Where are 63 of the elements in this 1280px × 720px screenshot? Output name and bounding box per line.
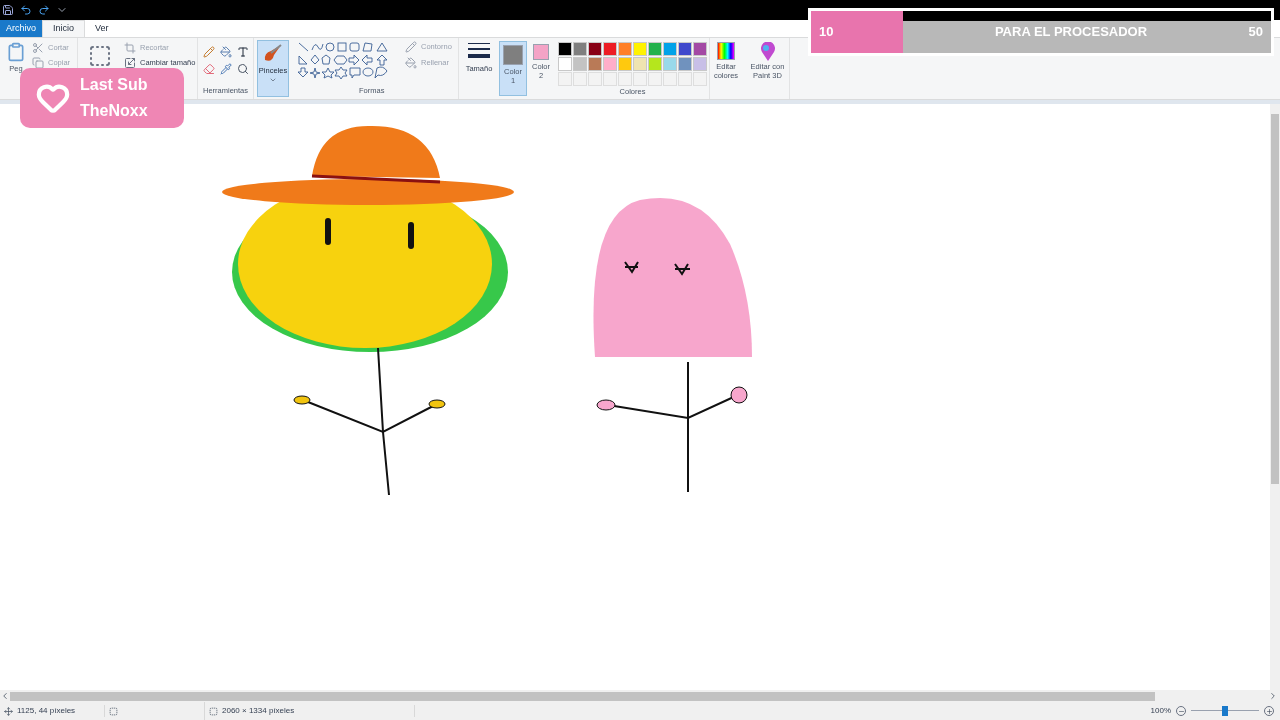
palette-swatch[interactable]	[603, 42, 617, 56]
ribbon-tab[interactable]: Archivo	[0, 20, 42, 37]
save-icon	[2, 4, 14, 16]
scissors-icon	[32, 42, 44, 54]
horizontal-scrollbar[interactable]	[0, 690, 1280, 702]
cursor-position-icon	[4, 706, 13, 716]
palette-swatch[interactable]	[648, 42, 662, 56]
palette-swatch[interactable]	[648, 57, 662, 71]
crop-icon	[124, 42, 136, 54]
outline-icon	[405, 41, 417, 53]
palette-swatch[interactable]	[618, 42, 632, 56]
scroll-left-icon[interactable]	[0, 691, 10, 701]
scroll-right-icon[interactable]	[1268, 691, 1278, 701]
palette-swatch[interactable]	[603, 57, 617, 71]
ribbon-tab[interactable]: Ver	[85, 20, 119, 37]
palette-swatch[interactable]	[588, 42, 602, 56]
goal-start: 10	[819, 23, 834, 42]
selection-size-icon	[109, 706, 118, 716]
vertical-scrollbar[interactable]	[1270, 104, 1280, 690]
cursor-position: 1125, 44 píxeles	[17, 705, 76, 717]
fill-icon	[405, 57, 417, 69]
badge-title: Last Sub	[80, 75, 148, 95]
magnifier-icon	[236, 63, 249, 75]
palette-swatch[interactable]	[693, 57, 707, 71]
palette-swatch[interactable]	[633, 42, 647, 56]
line-width-icon	[468, 42, 490, 60]
zoom-slider-thumb[interactable]	[1222, 706, 1228, 716]
palette-swatch[interactable]	[558, 42, 572, 56]
eraser-icon	[202, 63, 215, 75]
palette-swatch[interactable]	[678, 42, 692, 56]
undo-icon	[20, 4, 32, 16]
palette-swatch[interactable]	[678, 57, 692, 71]
goal-label: PARA EL PROCESADOR	[994, 23, 1148, 42]
palette-swatch[interactable]	[693, 42, 707, 56]
copy-icon	[32, 57, 44, 69]
palette-swatch[interactable]	[663, 42, 677, 56]
color-spectrum-icon	[717, 42, 735, 60]
palette-swatch[interactable]	[663, 57, 677, 71]
heart-icon	[36, 81, 70, 115]
image-size: 2060 × 1334 píxeles	[222, 705, 295, 717]
zoom-percent: 100%	[1150, 705, 1171, 717]
palette-swatch[interactable]	[588, 57, 602, 71]
palette-swatch[interactable]	[573, 42, 587, 56]
zoom-slider[interactable]	[1191, 706, 1259, 716]
fill-bucket-icon	[219, 46, 232, 58]
redo-icon	[38, 4, 50, 16]
image-size-icon	[209, 706, 218, 716]
zoom-in-button[interactable]	[1264, 706, 1274, 716]
palette-swatch[interactable]	[558, 57, 572, 71]
ribbon-tab[interactable]: Inicio	[42, 20, 86, 37]
color-picker-icon	[219, 63, 232, 75]
clipboard-icon	[6, 42, 26, 62]
subscriber-name: TheNoxx	[80, 101, 148, 121]
plus-icon	[1265, 707, 1273, 715]
resize-icon	[124, 57, 136, 69]
palette-swatch[interactable]	[633, 57, 647, 71]
text-icon	[236, 46, 249, 58]
palette-swatch[interactable]	[573, 57, 587, 71]
goal-end: 50	[1248, 23, 1263, 42]
palette-swatch[interactable]	[618, 57, 632, 71]
pencil-icon	[202, 46, 215, 58]
select-icon	[88, 44, 112, 68]
paint-drop-icon	[758, 42, 777, 62]
